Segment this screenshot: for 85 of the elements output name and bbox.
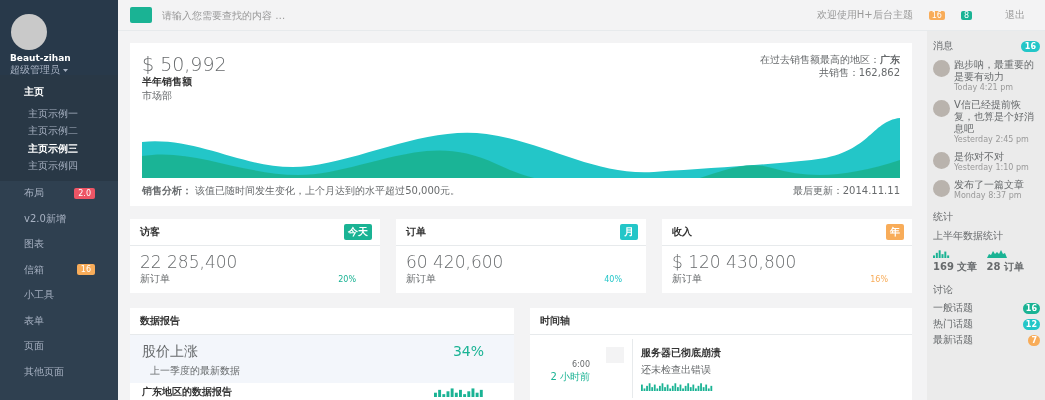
statistics-subtitle: 上半年数据统计	[933, 229, 1003, 243]
sparkline-drawing	[641, 382, 713, 391]
stat-value: 22 285,400	[140, 252, 238, 272]
discussion-topic[interactable]: 一般话题	[933, 301, 973, 315]
message-time: Today 4:21 pm	[954, 83, 1015, 93]
top-region-text: 在过去销售额最高的地区：广东	[760, 53, 900, 66]
avatar	[933, 152, 950, 169]
menu-toggle-button[interactable]	[130, 7, 152, 23]
topic-count-badge: 12	[1022, 318, 1040, 330]
nav-item[interactable]: 页面	[24, 339, 44, 354]
statistic-label: 28 订单	[986, 260, 1024, 274]
stat-value: $ 120 430,800	[672, 252, 797, 272]
period-badge: 今天	[344, 224, 372, 240]
nav-badge: 2.0	[74, 187, 95, 199]
stat-caption: 新订单	[672, 272, 702, 286]
sales-amount: $ 50,992	[142, 53, 227, 75]
last-updated-text: 最后更新：2014.11.11	[792, 184, 900, 198]
message-text[interactable]: 跑步呐，最重要的是要有动力	[954, 59, 1040, 83]
stat-caption: 新订单	[140, 272, 170, 286]
nav-item[interactable]: 主页	[24, 84, 44, 99]
discussion-heading: 讨论	[933, 283, 953, 297]
timeline-entry-text: 还未检查出错误	[641, 363, 711, 377]
message-time: Monday 8:37 pm	[954, 191, 1023, 201]
stat-percent: 16%	[870, 275, 888, 286]
welcome-text: 欢迎使用H+后台主题	[816, 8, 913, 22]
user-name: Beaut-zihan	[10, 53, 71, 63]
period-badge: 月	[620, 224, 638, 240]
discussion-topic[interactable]: 热门话题	[933, 317, 973, 331]
search-field[interactable]: 请输入您需要查找的内容 …	[160, 8, 424, 22]
messages-heading: 消息	[933, 39, 953, 53]
timeline-time: 6:00	[571, 359, 590, 371]
nav-item[interactable]: 图表	[24, 237, 44, 252]
nav-subitem[interactable]: 主页示例二	[0, 122, 78, 140]
message-text[interactable]: V信已经提前恢复，也算是个好消息吧	[954, 99, 1040, 135]
message-text[interactable]: 发布了一篇文章	[954, 179, 1024, 191]
message-text[interactable]: 是你对不对	[954, 151, 1029, 163]
caret-icon	[63, 68, 68, 72]
panel-title: 时间轴	[540, 314, 570, 328]
discussion-topic[interactable]: 最新话题	[933, 333, 973, 347]
nav-item[interactable]: 布局	[24, 186, 44, 201]
stat-title: 收入	[672, 225, 692, 239]
message-time: Yesterday 2:45 pm	[954, 135, 1030, 145]
timeline-ago: 2 小时前	[549, 371, 590, 383]
stat-title: 订单	[406, 225, 426, 239]
stat-percent: 40%	[604, 275, 622, 286]
notification-badge[interactable]: 8	[960, 10, 972, 20]
nav-subitem[interactable]: 主页示例三	[0, 139, 78, 157]
avatar	[11, 14, 47, 50]
nav-item[interactable]: v2.0新增	[24, 211, 66, 226]
highlight-caption: 上一季度的最新数据	[150, 364, 240, 378]
stat-title: 访客	[140, 225, 160, 239]
nav-item[interactable]: 其他页面	[24, 364, 64, 379]
report-row-title: 广东地区的数据报告	[142, 385, 232, 399]
nav-badge: 16	[76, 264, 95, 276]
department-label: 市场部	[142, 89, 172, 103]
sales-analysis-text: 销售分析： 该值已随时间发生变化，上个月达到的水平超过50,000元。	[142, 184, 461, 198]
avatar	[933, 60, 950, 77]
topic-count-badge: 7	[1028, 334, 1040, 346]
message-count-badge: 16	[1020, 40, 1040, 52]
highlight-value: 34%	[452, 343, 484, 359]
nav-subitem[interactable]: 主页示例一	[0, 104, 78, 122]
nav-item[interactable]: 表单	[24, 313, 44, 328]
stat-caption: 新订单	[406, 272, 436, 286]
logout-link[interactable]: 退出	[1005, 8, 1025, 22]
topic-count-badge: 16	[1022, 302, 1040, 314]
nav-item[interactable]: 信箱	[24, 262, 44, 277]
area-sparkline-icon	[986, 249, 1007, 258]
stat-value: 60 420,600	[406, 252, 504, 272]
message-time: Yesterday 1:10 pm	[954, 163, 1029, 173]
statistics-heading: 统计	[933, 210, 953, 224]
avatar	[933, 100, 950, 117]
highlight-title: 股价上涨	[142, 343, 198, 361]
total-sales-text: 共销售：162,862	[817, 66, 900, 79]
statistic-label: 169 文章	[933, 260, 978, 274]
nav-subitem[interactable]: 主页示例四	[0, 157, 78, 175]
user-role-dropdown[interactable]: 超级管理员	[10, 63, 68, 77]
timeline-entry-title: 服务器已彻底崩溃	[641, 346, 721, 360]
bar-sparkline-icon	[933, 249, 950, 258]
panel-title: 数据报告	[140, 314, 180, 328]
avatar	[933, 180, 950, 197]
sales-title: 半年销售额	[142, 75, 192, 89]
period-badge: 年	[886, 224, 904, 240]
sparkline-drawing	[434, 387, 484, 397]
stat-percent: 20%	[338, 275, 356, 286]
nav-item[interactable]: 小工具	[24, 288, 54, 303]
